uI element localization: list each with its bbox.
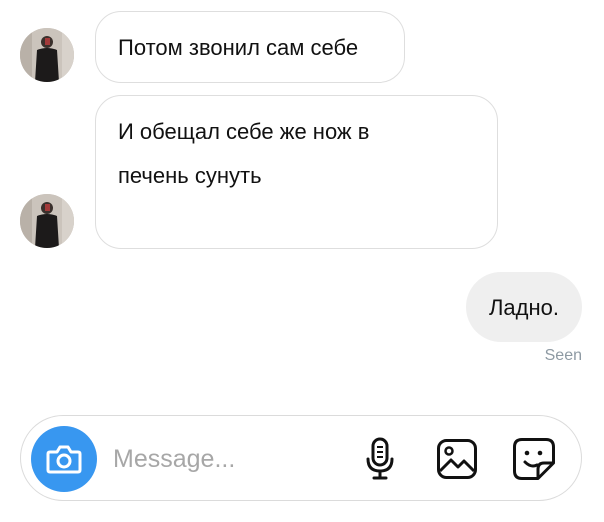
message-input[interactable] [111,436,335,482]
sticker-button[interactable] [509,434,559,484]
avatar-photo [20,194,74,248]
microphone-icon [366,437,394,480]
avatar-photo [20,28,74,82]
message-text-line: И обещал себе же нож в [118,119,370,144]
microphone-button[interactable] [355,434,405,484]
gallery-button[interactable] [432,434,482,484]
outgoing-message-bubble[interactable]: Ладно. [466,272,582,342]
avatar[interactable] [20,194,74,248]
sticker-icon [513,438,555,480]
incoming-message-bubble[interactable]: И обещал себе же нож в печень сунуть [95,95,498,249]
message-text: Ладно. [488,295,559,320]
gallery-icon [437,439,477,479]
seen-status: Seen [544,347,582,364]
camera-button[interactable] [31,426,97,492]
avatar[interactable] [20,28,74,82]
camera-icon [46,445,82,474]
message-text: Потом звонил сам себе [118,35,359,60]
incoming-message-bubble[interactable]: Потом звонил сам себе [95,11,405,83]
message-composer [20,415,582,501]
message-text-line: печень сунуть [118,163,262,188]
